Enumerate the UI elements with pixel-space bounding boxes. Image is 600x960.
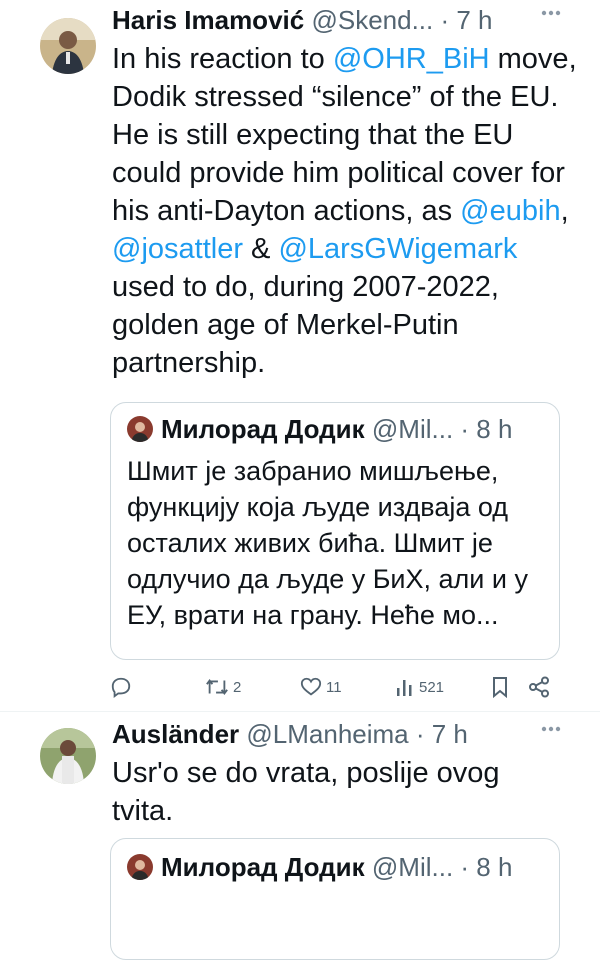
display-name: Милорад Додик [161, 852, 365, 882]
share-icon [528, 676, 550, 698]
bookmark-button[interactable] [490, 672, 510, 702]
bookmark-icon [490, 676, 510, 698]
user-handle: @Mil... [371, 852, 454, 882]
quoted-tweet-header: Милорад Додик @Mil... · 8 h [127, 413, 512, 445]
views-icon [395, 676, 415, 698]
views-button[interactable]: 521 [395, 672, 444, 702]
avatar [127, 416, 153, 442]
separator-dot: · [433, 5, 457, 35]
quoted-tweet[interactable]: Милорад Додик @Mil... · 8 h Шмит је забр… [110, 402, 560, 660]
share-button[interactable] [528, 672, 550, 702]
text-segment: used to do, during 2007-2022, golden age… [112, 271, 499, 379]
reply-button[interactable] [110, 672, 136, 702]
more-icon[interactable] [540, 2, 562, 30]
reply-icon [110, 676, 132, 698]
user-handle: @Mil... [371, 414, 454, 444]
tweet-header: Haris Imamović @Skend... · 7 h [112, 4, 493, 36]
tweet-text: In his reaction to @OHR_BiH move, Dodik … [112, 40, 582, 382]
mention-link[interactable]: @OHR_BiH [333, 43, 490, 75]
display-name[interactable]: Ausländer [112, 719, 239, 749]
mention-link[interactable]: @LarsGWigemark [278, 233, 517, 265]
tweet-text: Usr'o se do vrata, poslije ovog tvita. [112, 757, 500, 827]
user-handle[interactable]: @LManheima [246, 719, 408, 749]
display-name: Милорад Додик [161, 414, 365, 444]
quoted-tweet-text: Шмит је забранио мишљење, функцију која … [127, 456, 528, 630]
timestamp: 8 h [476, 852, 513, 882]
retweet-icon [205, 676, 229, 698]
avatar[interactable] [40, 18, 96, 74]
separator-dot: · [453, 852, 477, 882]
retweet-count: 2 [233, 678, 242, 696]
separator-dot: · [453, 414, 477, 444]
avatar[interactable] [40, 728, 96, 784]
text-segment: & [242, 233, 279, 265]
tweet[interactable]: Haris Imamović @Skend... · 7 h In his re… [0, 0, 600, 712]
like-button[interactable]: 11 [300, 672, 342, 702]
views-count: 521 [419, 678, 445, 696]
like-count: 11 [326, 678, 342, 696]
action-bar: 2 11 521 [110, 672, 550, 702]
user-handle[interactable]: @Skend... [311, 5, 433, 35]
timestamp: 8 h [476, 414, 513, 444]
separator-dot: · [408, 719, 432, 749]
mention-link[interactable]: @josattler [112, 233, 243, 265]
timestamp[interactable]: 7 h [456, 5, 492, 35]
timestamp[interactable]: 7 h [432, 719, 468, 749]
more-icon[interactable] [540, 718, 562, 746]
like-icon [300, 676, 322, 698]
mention-link[interactable]: @eubih [460, 195, 560, 227]
tweet[interactable]: Ausländer @LManheima · 7 h Usr'o se do v… [0, 712, 600, 960]
quoted-tweet-header: Милорад Додик @Mil... · 8 h [127, 851, 512, 883]
text-segment: , [560, 195, 569, 227]
quoted-tweet[interactable]: Милорад Додик @Mil... · 8 h [110, 838, 560, 960]
avatar [127, 854, 153, 880]
text-segment: In his reaction to [112, 43, 333, 75]
tweet-header: Ausländer @LManheima · 7 h [112, 718, 468, 750]
display-name[interactable]: Haris Imamović [112, 5, 304, 35]
retweet-button[interactable]: 2 [205, 672, 241, 702]
